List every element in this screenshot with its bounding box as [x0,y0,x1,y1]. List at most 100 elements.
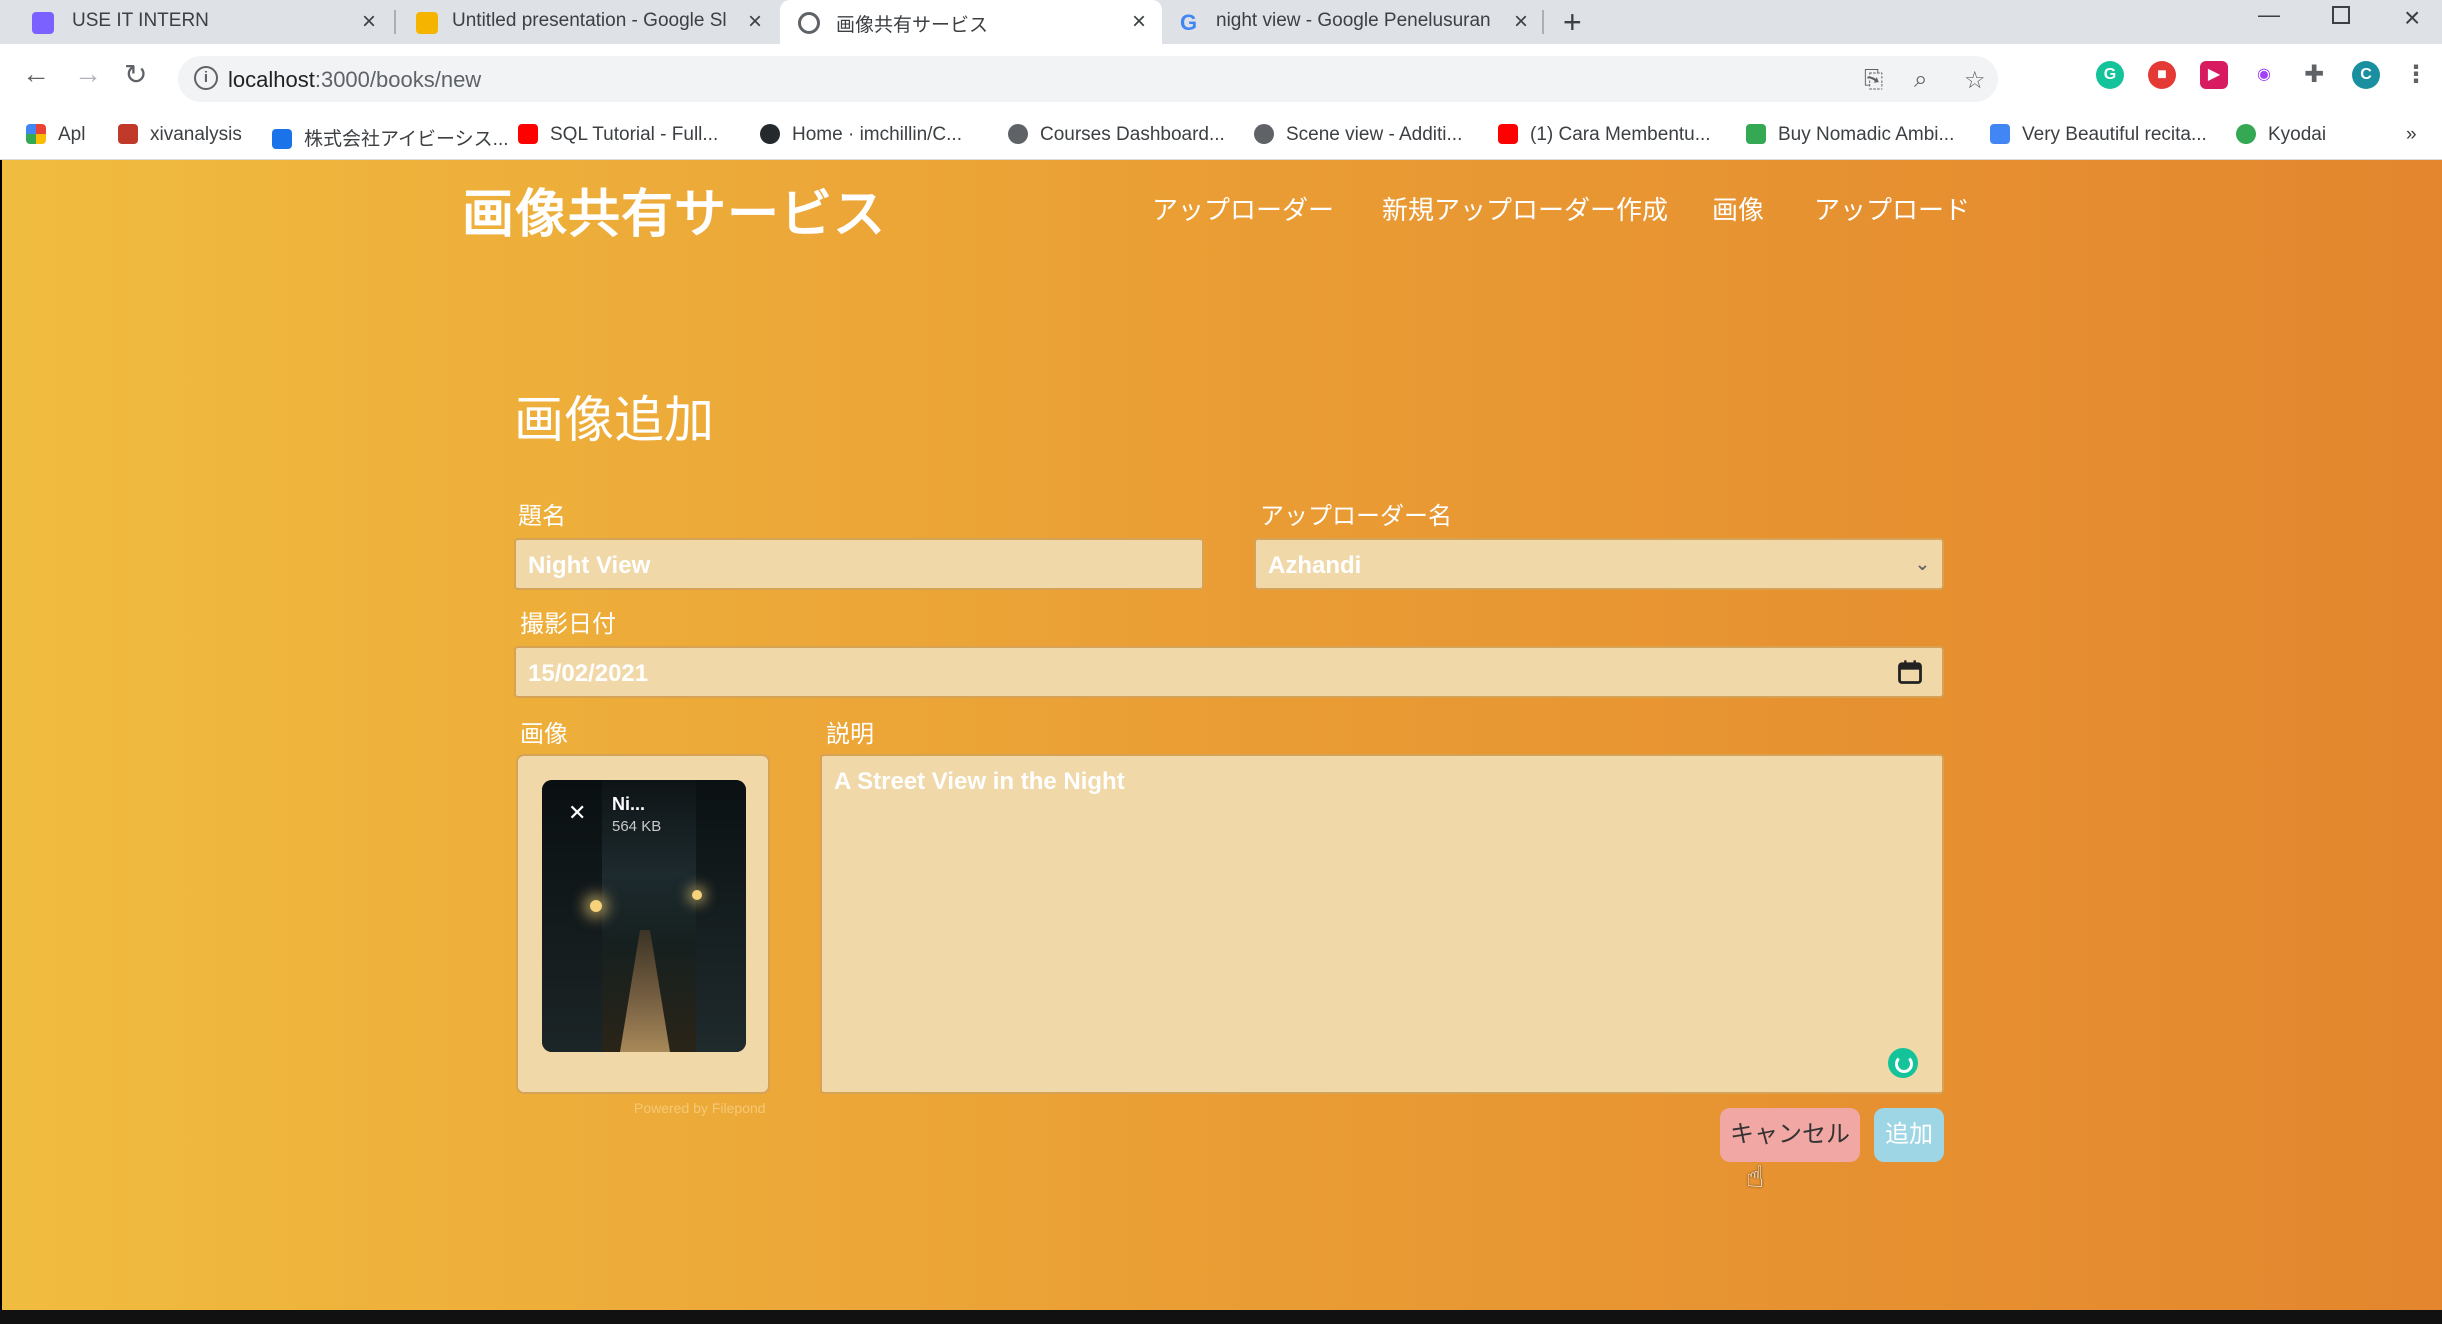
bookmark-label: Courses Dashboard... [1040,124,1225,145]
browser-tab-bar: USE IT INTERN × Untitled presentation - … [0,0,2442,44]
close-icon[interactable]: × [362,8,376,36]
menu-kebab-icon[interactable]: ⋮ [2402,61,2430,89]
address-url[interactable]: localhost:3000/books/new [228,67,481,93]
tab-use-it-intern[interactable]: USE IT INTERN × [0,0,392,44]
preview-street [620,930,670,1052]
uploader-label: アップローダー名 [1260,503,1452,530]
brand-logo[interactable]: 画像共有サービス [462,172,886,247]
image-preview: ✕ Ni... 564 KB [542,780,746,1052]
uploader-select[interactable]: Azhandi ⌄ [1254,538,1944,590]
bookmark-label: Very Beautiful recita... [2022,124,2207,145]
bookmark-label: Buy Nomadic Ambi... [1778,124,1955,145]
cancel-button[interactable]: キャンセル [1720,1108,1860,1162]
youtube-icon [1498,124,1518,144]
powered-by-credit[interactable]: Powered by Filepond [634,1100,766,1116]
nav-images[interactable]: 画像 [1712,190,1764,227]
page-body: 画像共有サービス アップローダー 新規アップローダー作成 画像 アップロード 画… [2,160,2442,1310]
forms-favicon-icon [32,12,54,34]
minimize-icon[interactable]: — [2258,2,2280,28]
google-icon: G [1180,10,1198,35]
uploader-selected-value: Azhandi [1268,552,1362,579]
close-icon[interactable]: × [1132,8,1146,36]
submit-button[interactable]: 追加 [1874,1108,1944,1162]
bookmark-item[interactable]: Scene view - Additi... [1254,124,1462,146]
description-label: 説明 [826,721,874,748]
url-path: :3000/books/new [314,67,482,92]
tab-night-view-search[interactable]: G night view - Google Penelusuran × [1164,0,1544,44]
adblock-extension-icon[interactable]: ■ [2148,61,2176,89]
bookmark-star-icon[interactable]: ☆ [1964,66,1986,95]
tab-untitled-presentation[interactable]: Untitled presentation - Google Sl × [396,0,778,44]
nav-new-uploader[interactable]: 新規アップローダー作成 [1382,190,1668,227]
grammarly-extension-icon[interactable]: G [2096,61,2124,89]
bookmark-label: Apl [58,124,86,145]
preview-streetlight [692,890,702,900]
tab-title: USE IT INTERN [72,10,209,31]
bookmarks-bar: Apl xivanalysis 株式会社アイビーシス... SQL Tutori… [0,112,2442,160]
bookmark-item[interactable]: Home · imchillin/C... [760,124,962,146]
bookmark-label: SQL Tutorial - Full... [550,124,719,145]
info-icon[interactable]: i [194,66,218,90]
bookmark-label: 株式会社アイビーシス... [304,129,509,150]
date-value: 15/02/2021 [528,660,649,687]
company-icon [272,129,292,149]
puzzle-extensions-icon[interactable]: ✚ [2300,61,2328,89]
preview-streetlight [590,900,602,912]
shop-icon [1746,124,1766,144]
github-icon [760,124,780,144]
bookmark-item[interactable]: Buy Nomadic Ambi... [1746,124,1954,146]
translate-icon[interactable]: ⎘ [1864,66,1883,94]
calendar-icon[interactable] [1896,658,1924,686]
close-icon[interactable]: × [748,8,762,36]
page-title: 画像追加 [514,392,714,448]
bookmark-item[interactable]: Very Beautiful recita... [1990,124,2207,146]
tab-divider [1542,10,1544,34]
reload-icon[interactable]: ↻ [124,58,147,91]
grammarly-icon[interactable] [1888,1048,1918,1078]
nav-uploaders[interactable]: アップローダー [1152,190,1334,227]
nav-upload[interactable]: アップロード [1814,190,1970,227]
file-size: 564 KB [612,818,662,835]
close-icon[interactable]: × [1514,8,1528,36]
cast-extension-icon[interactable]: ◉ [2250,61,2278,89]
bookmark-label: (1) Cara Membentu... [1530,124,1711,145]
address-bar[interactable]: i localhost:3000/books/new ⎘ ⌕ ☆ [178,56,1998,102]
video-extension-icon[interactable]: ▶ [2200,61,2228,89]
image-dropzone[interactable]: ✕ Ni... 564 KB [516,754,770,1094]
preview-wall-right [696,780,746,1052]
bookmark-label: Scene view - Additi... [1286,124,1463,145]
date-input[interactable]: 15/02/2021 [514,646,1944,698]
tab-image-sharing-service[interactable]: 画像共有サービス × [780,0,1162,44]
description-textarea[interactable]: A Street View in the Night [820,754,1944,1094]
chevron-down-icon: ⌄ [1914,554,1930,574]
file-name: Ni... [612,794,646,814]
restore-icon[interactable] [2332,6,2350,24]
bookmark-label: xivanalysis [150,124,242,145]
bookmark-item[interactable]: xivanalysis [118,124,242,146]
bookmark-item[interactable]: SQL Tutorial - Full... [518,124,718,146]
more-bookmarks-icon[interactable]: » [2406,124,2417,146]
date-label: 撮影日付 [520,611,616,638]
title-input[interactable]: Night View [514,538,1204,590]
bookmark-item[interactable]: Courses Dashboard... [1008,124,1225,146]
close-window-icon[interactable]: × [2404,2,2420,34]
slides-favicon-icon [416,12,438,34]
bookmark-label: Home · imchillin/C... [792,124,962,145]
bookmark-item[interactable]: 株式会社アイビーシス... [272,124,509,151]
profile-avatar[interactable]: C [2352,61,2380,89]
bookmark-item[interactable]: Kyodai [2236,124,2326,146]
zoom-icon[interactable]: ⌕ [1914,66,1927,94]
bookmark-item[interactable]: (1) Cara Membentu... [1498,124,1711,146]
forward-icon[interactable]: → [74,58,102,90]
taskbar-strip [0,1310,2442,1324]
url-host: localhost [228,67,315,92]
remove-file-icon[interactable]: ✕ [568,800,586,826]
apps-grid-icon [26,124,46,144]
youtube-icon [518,124,538,144]
hand-cursor-icon: ☝ [1746,1161,1765,1194]
new-tab-button[interactable]: + [1563,4,1582,41]
tab-title: 画像共有サービス [836,15,989,36]
browser-toolbar: ← → ↻ i localhost:3000/books/new ⎘ ⌕ ☆ G… [0,44,2442,112]
back-icon[interactable]: ← [22,58,50,90]
bookmark-apps[interactable]: Apl [26,124,85,146]
